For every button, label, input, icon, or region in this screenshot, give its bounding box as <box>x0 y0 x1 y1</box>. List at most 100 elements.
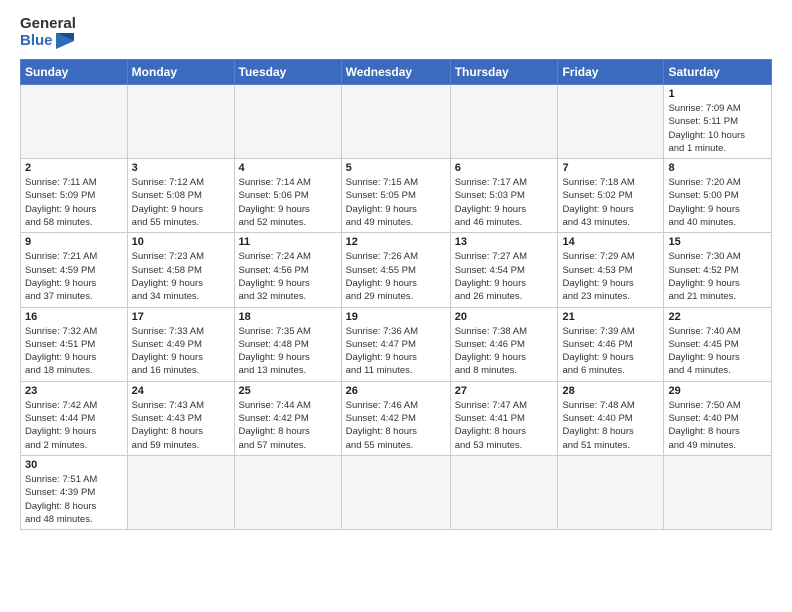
day-info: Sunrise: 7:44 AMSunset: 4:42 PMDaylight:… <box>239 399 337 452</box>
calendar-cell: 14 Sunrise: 7:29 AMSunset: 4:53 PMDayligh… <box>558 233 664 307</box>
day-number: 22 <box>668 311 767 323</box>
calendar-cell: 5 Sunrise: 7:15 AMSunset: 5:05 PMDaylight… <box>341 159 450 233</box>
weekday-header: Wednesday <box>341 60 450 85</box>
day-number: 28 <box>562 385 659 397</box>
calendar-week-row: 9 Sunrise: 7:21 AMSunset: 4:59 PMDaylight… <box>21 233 772 307</box>
day-number: 27 <box>455 385 554 397</box>
day-number: 14 <box>562 236 659 248</box>
day-number: 18 <box>239 311 337 323</box>
day-info: Sunrise: 7:32 AMSunset: 4:51 PMDaylight:… <box>25 325 123 378</box>
day-info: Sunrise: 7:47 AMSunset: 4:41 PMDaylight:… <box>455 399 554 452</box>
day-number: 29 <box>668 385 767 397</box>
calendar-cell: 22Sunrise: 7:40 AMSunset: 4:45 PMDayligh… <box>664 307 772 381</box>
day-number: 1 <box>668 88 767 100</box>
weekday-header: Tuesday <box>234 60 341 85</box>
day-number: 5 <box>346 162 446 174</box>
day-info: Sunrise: 7:14 AMSunset: 5:06 PMDaylight:… <box>239 176 337 229</box>
calendar-cell: 15Sunrise: 7:30 AMSunset: 4:52 PMDayligh… <box>664 233 772 307</box>
day-info: Sunrise: 7:39 AMSunset: 4:46 PMDaylight:… <box>562 325 659 378</box>
day-number: 23 <box>25 385 123 397</box>
day-info: Sunrise: 7:21 AMSunset: 4:59 PMDaylight:… <box>25 250 123 303</box>
day-info: Sunrise: 7:11 AMSunset: 5:09 PMDaylight:… <box>25 176 123 229</box>
calendar-cell <box>558 85 664 159</box>
day-number: 24 <box>132 385 230 397</box>
calendar-cell: 3 Sunrise: 7:12 AMSunset: 5:08 PMDaylight… <box>127 159 234 233</box>
calendar-cell: 16 Sunrise: 7:32 AMSunset: 4:51 PMDayligh… <box>21 307 128 381</box>
calendar-cell: 25 Sunrise: 7:44 AMSunset: 4:42 PMDayligh… <box>234 381 341 455</box>
day-info: Sunrise: 7:48 AMSunset: 4:40 PMDaylight:… <box>562 399 659 452</box>
day-info: Sunrise: 7:38 AMSunset: 4:46 PMDaylight:… <box>455 325 554 378</box>
calendar-cell: 1Sunrise: 7:09 AMSunset: 5:11 PMDaylight… <box>664 85 772 159</box>
calendar-cell: 2Sunrise: 7:11 AMSunset: 5:09 PMDaylight… <box>21 159 128 233</box>
day-number: 15 <box>668 236 767 248</box>
calendar-cell: 4 Sunrise: 7:14 AMSunset: 5:06 PMDaylight… <box>234 159 341 233</box>
day-info: Sunrise: 7:27 AMSunset: 4:54 PMDaylight:… <box>455 250 554 303</box>
calendar-cell: 13 Sunrise: 7:27 AMSunset: 4:54 PMDayligh… <box>450 233 558 307</box>
logo-text: General Blue <box>20 16 76 49</box>
day-number: 16 <box>25 311 123 323</box>
calendar-cell <box>234 85 341 159</box>
day-info: Sunrise: 7:29 AMSunset: 4:53 PMDaylight:… <box>562 250 659 303</box>
calendar-week-row: 16 Sunrise: 7:32 AMSunset: 4:51 PMDayligh… <box>21 307 772 381</box>
calendar-week-row: 2Sunrise: 7:11 AMSunset: 5:09 PMDaylight… <box>21 159 772 233</box>
blue-triangle-icon <box>56 33 74 49</box>
calendar-cell: 30Sunrise: 7:51 AMSunset: 4:39 PMDayligh… <box>21 455 128 529</box>
day-info: Sunrise: 7:42 AMSunset: 4:44 PMDaylight:… <box>25 399 123 452</box>
calendar-cell: 24Sunrise: 7:43 AMSunset: 4:43 PMDayligh… <box>127 381 234 455</box>
day-info: Sunrise: 7:18 AMSunset: 5:02 PMDaylight:… <box>562 176 659 229</box>
day-number: 25 <box>239 385 337 397</box>
day-info: Sunrise: 7:50 AMSunset: 4:40 PMDaylight:… <box>668 399 767 452</box>
calendar-cell: 19Sunrise: 7:36 AMSunset: 4:47 PMDayligh… <box>341 307 450 381</box>
calendar-cell: 27 Sunrise: 7:47 AMSunset: 4:41 PMDayligh… <box>450 381 558 455</box>
day-info: Sunrise: 7:12 AMSunset: 5:08 PMDaylight:… <box>132 176 230 229</box>
header: General Blue <box>20 16 772 49</box>
day-info: Sunrise: 7:51 AMSunset: 4:39 PMDaylight:… <box>25 473 123 526</box>
day-number: 6 <box>455 162 554 174</box>
day-info: Sunrise: 7:35 AMSunset: 4:48 PMDaylight:… <box>239 325 337 378</box>
day-number: 17 <box>132 311 230 323</box>
day-number: 21 <box>562 311 659 323</box>
calendar-cell: 10 Sunrise: 7:23 AMSunset: 4:58 PMDayligh… <box>127 233 234 307</box>
day-info: Sunrise: 7:20 AMSunset: 5:00 PMDaylight:… <box>668 176 767 229</box>
weekday-header: Thursday <box>450 60 558 85</box>
day-number: 3 <box>132 162 230 174</box>
weekday-header-row: SundayMondayTuesdayWednesdayThursdayFrid… <box>21 60 772 85</box>
calendar-cell <box>127 85 234 159</box>
day-number: 4 <box>239 162 337 174</box>
weekday-header: Monday <box>127 60 234 85</box>
calendar-cell <box>341 455 450 529</box>
day-number: 26 <box>346 385 446 397</box>
day-number: 10 <box>132 236 230 248</box>
calendar-cell <box>450 85 558 159</box>
page: General Blue SundayMondayTuesdayWednesda… <box>0 0 792 540</box>
logo: General Blue <box>20 16 76 49</box>
calendar-cell: 18 Sunrise: 7:35 AMSunset: 4:48 PMDayligh… <box>234 307 341 381</box>
day-number: 11 <box>239 236 337 248</box>
day-info: Sunrise: 7:23 AMSunset: 4:58 PMDaylight:… <box>132 250 230 303</box>
calendar-cell <box>664 455 772 529</box>
day-number: 9 <box>25 236 123 248</box>
day-info: Sunrise: 7:46 AMSunset: 4:42 PMDaylight:… <box>346 399 446 452</box>
calendar-table: SundayMondayTuesdayWednesdayThursdayFrid… <box>20 59 772 530</box>
day-info: Sunrise: 7:15 AMSunset: 5:05 PMDaylight:… <box>346 176 446 229</box>
calendar-cell <box>234 455 341 529</box>
calendar-week-row: 23 Sunrise: 7:42 AMSunset: 4:44 PMDayligh… <box>21 381 772 455</box>
day-number: 12 <box>346 236 446 248</box>
calendar-cell: 26 Sunrise: 7:46 AMSunset: 4:42 PMDayligh… <box>341 381 450 455</box>
calendar-cell: 11 Sunrise: 7:24 AMSunset: 4:56 PMDayligh… <box>234 233 341 307</box>
day-number: 7 <box>562 162 659 174</box>
calendar-cell <box>21 85 128 159</box>
calendar-cell: 7 Sunrise: 7:18 AMSunset: 5:02 PMDaylight… <box>558 159 664 233</box>
calendar-cell <box>341 85 450 159</box>
calendar-cell: 23 Sunrise: 7:42 AMSunset: 4:44 PMDayligh… <box>21 381 128 455</box>
day-number: 13 <box>455 236 554 248</box>
calendar-cell: 6Sunrise: 7:17 AMSunset: 5:03 PMDaylight… <box>450 159 558 233</box>
calendar-cell: 20Sunrise: 7:38 AMSunset: 4:46 PMDayligh… <box>450 307 558 381</box>
calendar-cell <box>127 455 234 529</box>
calendar-cell: 29 Sunrise: 7:50 AMSunset: 4:40 PMDayligh… <box>664 381 772 455</box>
calendar-cell: 21 Sunrise: 7:39 AMSunset: 4:46 PMDayligh… <box>558 307 664 381</box>
calendar-cell: 8Sunrise: 7:20 AMSunset: 5:00 PMDaylight… <box>664 159 772 233</box>
weekday-header: Friday <box>558 60 664 85</box>
day-info: Sunrise: 7:24 AMSunset: 4:56 PMDaylight:… <box>239 250 337 303</box>
calendar-week-row: 1Sunrise: 7:09 AMSunset: 5:11 PMDaylight… <box>21 85 772 159</box>
